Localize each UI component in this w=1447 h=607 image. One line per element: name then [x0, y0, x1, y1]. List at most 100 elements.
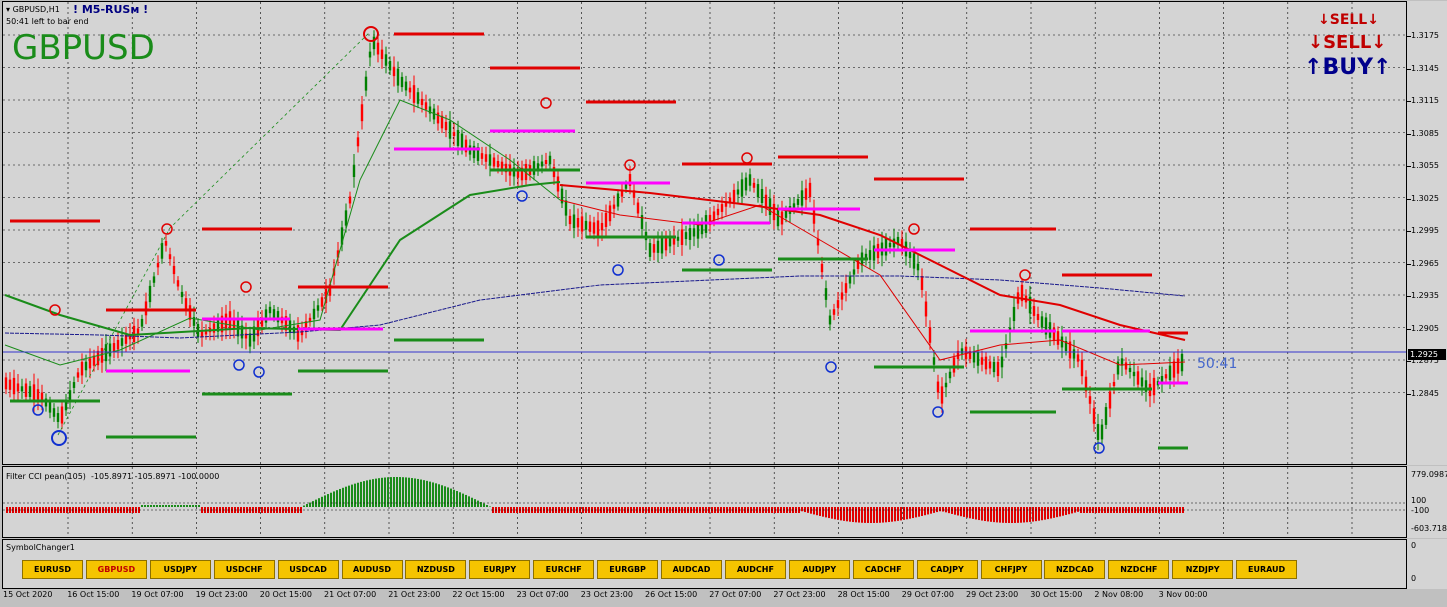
cci-bar: [633, 507, 635, 513]
candle-body: [488, 154, 492, 166]
cci-bar: [1062, 507, 1064, 516]
candle-body: [248, 333, 252, 347]
cci-bar: [843, 507, 845, 521]
candle-body: [1096, 424, 1100, 440]
price-scale-tick: [1407, 198, 1411, 200]
candle-body: [1132, 371, 1136, 377]
candle-body: [748, 174, 752, 186]
cci-bar: [153, 505, 155, 507]
cci-bar: [1059, 507, 1061, 517]
symbol-button-eurgbp[interactable]: EURGBP: [597, 560, 659, 579]
cci-bar: [147, 505, 149, 507]
cci-bar: [327, 494, 329, 507]
symbol-button-usdcad[interactable]: USDCAD: [277, 560, 339, 579]
symbol-button-nzdjpy[interactable]: NZDJPY: [1172, 560, 1234, 579]
cci-bar: [129, 507, 131, 513]
symbol-button-cadjpy[interactable]: CADJPY: [916, 560, 978, 579]
symbol-button-eurusd[interactable]: EURUSD: [22, 560, 83, 579]
cci-bar: [378, 478, 380, 507]
cci-bar: [1173, 507, 1175, 513]
candle-body: [408, 87, 412, 93]
symbol-button-nzdchf[interactable]: NZDCHF: [1108, 560, 1170, 579]
candle-body: [648, 243, 652, 257]
cci-bar: [978, 507, 980, 521]
candle-body: [1032, 306, 1036, 316]
price-scale[interactable]: 1.3175 1.3145 1.3115 1.3085 1.3055 1.3025 1.29…: [1407, 1, 1447, 465]
symbol-button-euraud[interactable]: EURAUD: [1236, 560, 1298, 579]
candle-body: [344, 210, 348, 226]
candle-body: [572, 214, 576, 229]
cci-bar: [840, 507, 842, 521]
price-scale-label: 1.3025: [1411, 193, 1439, 203]
candle-body: [1072, 349, 1076, 359]
cci-bar: [1161, 507, 1163, 513]
candle-body: [660, 236, 664, 254]
candle-body: [288, 320, 292, 333]
candle-body: [884, 238, 888, 256]
price-scale-tick: [1407, 296, 1411, 297]
cci-bar: [852, 507, 854, 523]
cci-bar: [1035, 507, 1037, 522]
candle-body: [920, 276, 924, 290]
symbol-button-cadchf[interactable]: CADCHF: [852, 560, 914, 579]
symbol-button-eurchf[interactable]: EURCHF: [533, 560, 595, 579]
cci-bar: [1125, 507, 1127, 513]
symbol-button-eurjpy[interactable]: EURJPY: [469, 560, 531, 579]
candle-body: [1088, 396, 1092, 404]
symbol-button-usdjpy[interactable]: USDJPY: [149, 560, 211, 579]
cci-bar: [657, 507, 659, 513]
cci-bar: [408, 477, 410, 507]
candle-body: [668, 237, 672, 247]
candle-body: [744, 177, 748, 191]
cci-bar: [351, 484, 353, 507]
time-axis-label: 20 Oct 15:00: [259, 590, 312, 599]
cci-bar: [915, 507, 917, 518]
cci-bar: [156, 505, 158, 507]
cci-bar: [549, 507, 551, 513]
candle-body: [1060, 336, 1064, 348]
cci-bar: [585, 507, 587, 513]
cci-bar: [465, 494, 467, 507]
cci-bar: [309, 502, 311, 507]
cci-bar: [1053, 507, 1055, 518]
cci-bar: [855, 507, 857, 523]
cci-scale[interactable]: 779.0987 100 -100 -603.7187: [1407, 466, 1447, 538]
cci-bar: [396, 477, 398, 507]
candle-body: [372, 36, 376, 50]
cci-bar: [858, 507, 860, 523]
cci-bar: [453, 489, 455, 507]
symbol-button-audusd[interactable]: AUDUSD: [341, 560, 403, 579]
cci-bar: [237, 507, 239, 513]
cci-bar: [525, 507, 527, 513]
sell-arrow-marker: [540, 97, 552, 109]
candle-body: [224, 313, 228, 331]
candle-body: [540, 161, 544, 167]
candle-body: [800, 190, 804, 206]
buy-arrow-marker: [233, 359, 245, 371]
candle-body: [24, 383, 28, 397]
symbol-button-nzdusd[interactable]: NZDUSD: [405, 560, 467, 579]
symbol-button-usdchf[interactable]: USDCHF: [213, 560, 275, 579]
symbol-button-audjpy[interactable]: AUDJPY: [788, 560, 850, 579]
symbol-button-audchf[interactable]: AUDCHF: [724, 560, 786, 579]
cci-bar: [471, 497, 473, 507]
cci-bar: [804, 507, 806, 513]
cci-bar: [936, 507, 938, 513]
cci-bar: [459, 492, 461, 507]
cci-bar: [981, 507, 983, 521]
symbol-button-audcad[interactable]: AUDCAD: [661, 560, 722, 579]
symbol-button-chfjpy[interactable]: CHFJPY: [980, 560, 1042, 579]
symbol-button-nzdcad[interactable]: NZDCAD: [1044, 560, 1106, 579]
candle-body: [976, 352, 980, 366]
candle-body: [824, 288, 828, 300]
cci-bar: [399, 477, 401, 507]
cci-bar: [705, 507, 707, 513]
cci-bar: [912, 507, 914, 519]
buy-arrow-marker: [1093, 442, 1105, 454]
symbol-button-gbpusd[interactable]: GBPUSD: [85, 560, 147, 579]
cci-bar: [384, 477, 386, 507]
cci-bar: [501, 507, 503, 513]
price-scale-tick: [1407, 361, 1411, 362]
brand-tag: ! M5-RUSм !: [73, 3, 149, 16]
price-scale-label: 1.2935: [1411, 291, 1439, 300]
